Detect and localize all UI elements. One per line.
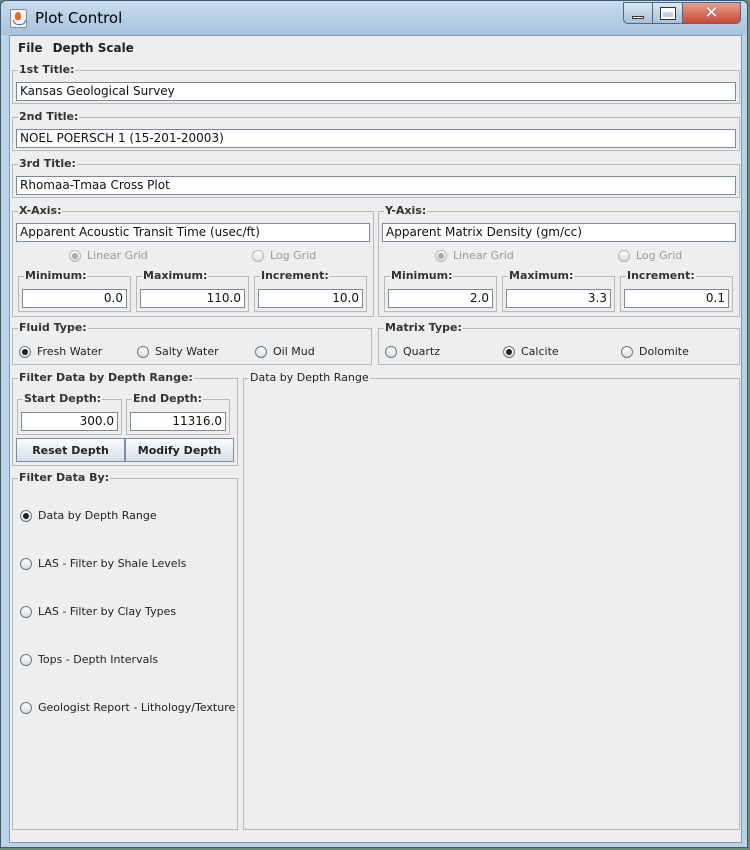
y-maximum-group: Maximum: 3.3: [502, 269, 615, 312]
filter-data-by-label: Filter Data By:: [18, 471, 111, 484]
fluid-type-panel: Fluid Type: Fresh Water Salty Water Oil …: [12, 321, 372, 365]
radio-unselected-icon: [621, 345, 633, 358]
radio-selected-icon: [19, 345, 31, 358]
y-maximum-field[interactable]: 3.3: [506, 289, 611, 308]
x-maximum-field[interactable]: 110.0: [140, 289, 245, 308]
data-by-depth-range-label: Data by Depth Range: [249, 371, 370, 384]
x-log-grid-radio[interactable]: Log Grid: [252, 249, 316, 262]
plot-control-window: Plot Control ✕ File Depth Scale 1st Titl…: [0, 0, 748, 848]
second-title-panel: 2nd Title: NOEL POERSCH 1 (15-201-20003): [12, 110, 740, 151]
matrix-type-label: Matrix Type:: [384, 321, 463, 334]
radio-selected-icon: [503, 345, 515, 358]
fluid-salty-water-radio[interactable]: Salty Water: [137, 345, 219, 358]
x-minimum-label: Minimum:: [24, 269, 88, 282]
modify-depth-button[interactable]: Modify Depth: [125, 438, 234, 462]
filter-data-by-panel: Filter Data By: Data by Depth Range LAS …: [12, 471, 238, 830]
radio-unselected-icon: [255, 345, 267, 358]
matrix-quartz-radio[interactable]: Quartz: [385, 345, 440, 358]
fluid-type-label: Fluid Type:: [18, 321, 88, 334]
start-depth-field[interactable]: 300.0: [21, 412, 118, 431]
radio-selected-icon: [20, 509, 32, 522]
maximize-icon: [659, 6, 676, 20]
depth-filter-label: Filter Data by Depth Range:: [18, 371, 194, 384]
y-increment-field[interactable]: 0.1: [624, 289, 729, 308]
second-title-label: 2nd Title:: [18, 110, 80, 123]
y-linear-grid-radio[interactable]: Linear Grid: [435, 249, 514, 262]
x-minimum-field[interactable]: 0.0: [22, 289, 127, 308]
minimize-icon: [632, 15, 644, 19]
menu-depth-scale[interactable]: Depth Scale: [49, 41, 138, 55]
x-increment-label: Increment:: [260, 269, 330, 282]
first-title-field[interactable]: Kansas Geological Survey: [16, 82, 736, 101]
x-axis-title-field[interactable]: Apparent Acoustic Transit Time (usec/ft): [16, 223, 370, 242]
window-title: Plot Control: [35, 9, 123, 27]
start-depth-label: Start Depth:: [23, 392, 103, 405]
y-increment-label: Increment:: [626, 269, 696, 282]
y-axis-label: Y-Axis:: [384, 204, 428, 217]
y-maximum-label: Maximum:: [508, 269, 575, 282]
x-axis-label: X-Axis:: [18, 204, 63, 217]
end-depth-group: End Depth: 11316.0: [126, 392, 230, 435]
window-content: File Depth Scale 1st Title: Kansas Geolo…: [9, 35, 742, 843]
x-increment-group: Increment: 10.0: [254, 269, 367, 312]
radio-unselected-icon: [20, 557, 32, 570]
x-linear-grid-radio[interactable]: Linear Grid: [69, 249, 148, 262]
filter-clay-types-radio[interactable]: LAS - Filter by Clay Types: [20, 605, 176, 618]
radio-selected-icon: [69, 249, 81, 262]
filter-depth-range-radio[interactable]: Data by Depth Range: [20, 509, 157, 522]
matrix-type-panel: Matrix Type: Quartz Calcite Dolomite: [378, 321, 740, 365]
menu-file[interactable]: File: [14, 41, 47, 55]
y-minimum-field[interactable]: 2.0: [388, 289, 493, 308]
depth-filter-panel: Filter Data by Depth Range: Start Depth:…: [12, 371, 238, 466]
fluid-fresh-water-radio[interactable]: Fresh Water: [19, 345, 102, 358]
radio-unselected-icon: [252, 249, 264, 262]
filter-geologist-report-radio[interactable]: Geologist Report - Lithology/Texture: [20, 701, 235, 714]
java-app-icon: [10, 9, 27, 28]
radio-unselected-icon: [137, 345, 149, 358]
third-title-label: 3rd Title:: [18, 157, 77, 170]
filter-shale-levels-radio[interactable]: LAS - Filter by Shale Levels: [20, 557, 186, 570]
y-minimum-group: Minimum: 2.0: [384, 269, 497, 312]
y-log-grid-radio[interactable]: Log Grid: [618, 249, 682, 262]
matrix-calcite-radio[interactable]: Calcite: [503, 345, 559, 358]
third-title-panel: 3rd Title: Rhomaa-Tmaa Cross Plot: [12, 157, 740, 198]
radio-unselected-icon: [20, 701, 32, 714]
data-by-depth-range-panel: Data by Depth Range: [243, 371, 740, 830]
y-axis-title-field[interactable]: Apparent Matrix Density (gm/cc): [382, 223, 736, 242]
radio-unselected-icon: [385, 345, 397, 358]
y-axis-panel: Y-Axis: Apparent Matrix Density (gm/cc) …: [378, 204, 740, 317]
y-minimum-label: Minimum:: [390, 269, 454, 282]
matrix-dolomite-radio[interactable]: Dolomite: [621, 345, 689, 358]
end-depth-label: End Depth:: [132, 392, 204, 405]
radio-unselected-icon: [618, 249, 630, 262]
window-controls: ✕: [623, 2, 741, 24]
radio-selected-icon: [435, 249, 447, 262]
first-title-label: 1st Title:: [18, 63, 76, 76]
title-bar[interactable]: Plot Control ✕: [1, 1, 747, 35]
x-maximum-label: Maximum:: [142, 269, 209, 282]
menu-bar: File Depth Scale: [10, 36, 741, 60]
first-title-panel: 1st Title: Kansas Geological Survey: [12, 63, 740, 104]
start-depth-group: Start Depth: 300.0: [17, 392, 122, 435]
y-increment-group: Increment: 0.1: [620, 269, 733, 312]
third-title-field[interactable]: Rhomaa-Tmaa Cross Plot: [16, 176, 736, 195]
close-icon: ✕: [704, 2, 719, 23]
reset-depth-button[interactable]: Reset Depth: [16, 438, 125, 462]
radio-unselected-icon: [20, 653, 32, 666]
x-increment-field[interactable]: 10.0: [258, 289, 363, 308]
radio-unselected-icon: [20, 605, 32, 618]
x-maximum-group: Maximum: 110.0: [136, 269, 249, 312]
x-axis-panel: X-Axis: Apparent Acoustic Transit Time (…: [12, 204, 374, 317]
minimize-button[interactable]: [623, 2, 653, 24]
close-button[interactable]: ✕: [683, 2, 741, 24]
end-depth-field[interactable]: 11316.0: [130, 412, 226, 431]
x-minimum-group: Minimum: 0.0: [18, 269, 131, 312]
filter-tops-intervals-radio[interactable]: Tops - Depth Intervals: [20, 653, 158, 666]
maximize-button[interactable]: [653, 2, 683, 24]
second-title-field[interactable]: NOEL POERSCH 1 (15-201-20003): [16, 129, 736, 148]
fluid-oil-mud-radio[interactable]: Oil Mud: [255, 345, 315, 358]
